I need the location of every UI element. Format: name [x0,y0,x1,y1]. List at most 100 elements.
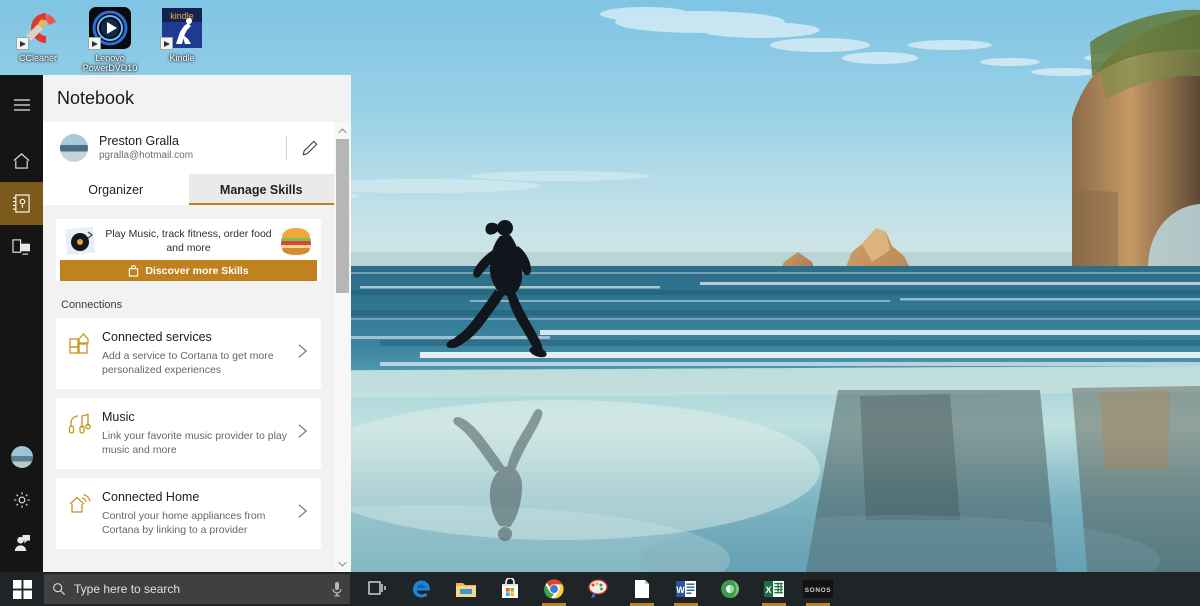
card-body: Connected Home Control your home applian… [102,489,296,537]
home-icon [13,152,30,169]
bag-icon [129,264,139,277]
chevron-up-icon [338,127,347,133]
hamburger-icon [13,98,30,111]
divider [286,136,287,160]
shortcut-overlay-icon [88,37,101,50]
sonos-icon: SONOS [803,578,833,600]
word-icon: W [675,578,697,600]
discover-more-skills-button[interactable]: Discover more Skills [60,260,317,281]
microsoft-store-icon [499,577,521,600]
taskbar-item-document[interactable] [620,572,664,606]
windows-start-icon [12,579,32,599]
svg-text:W: W [676,585,685,595]
notebook-tabs: Organizer Manage Skills [43,174,334,205]
paint-icon [587,578,609,600]
connection-card-connected-home[interactable]: Connected Home Control your home applian… [56,478,321,549]
scrollbar-thumb[interactable] [336,139,349,293]
taskbar-item-microsoft-store[interactable] [488,572,532,606]
connected-home-icon [68,491,92,515]
taskbar-item-sonos[interactable]: SONOS [796,572,840,606]
connection-card-connected-services[interactable]: Connected services Add a service to Cort… [56,318,321,389]
card-title: Connected Home [102,490,200,504]
discover-more-skills-label: Discover more Skills [145,264,249,277]
sidebar-item-notebook[interactable] [0,182,43,225]
sidebar-item-settings[interactable] [0,478,43,521]
card-body: Music Link your favorite music provider … [102,409,296,457]
taskbar-item-green-app[interactable] [708,572,752,606]
chevron-right-icon[interactable] [296,342,311,365]
panel-content: Preston Gralla pgralla@hotmail.com Organ… [43,122,334,572]
profile-email: pgralla@hotmail.com [99,150,194,161]
document-icon [631,578,653,600]
desktop-icon-label: Kindle [169,53,195,63]
connection-card-music[interactable]: Music Link your favorite music provider … [56,398,321,469]
desktop-icon-ccleaner[interactable]: CCleaner [4,0,72,75]
microphone-icon[interactable] [324,581,350,597]
avatar [60,134,88,162]
start-button[interactable] [0,572,44,606]
edit-profile-button[interactable] [301,139,319,157]
gear-icon [13,491,30,508]
taskbar-search-box[interactable]: Type here to search [44,574,350,604]
scrollbar-track[interactable] [334,139,351,555]
powerdvd-icon [88,6,132,50]
search-input[interactable]: Type here to search [74,582,324,596]
chevron-right-icon[interactable] [296,422,311,445]
shortcut-overlay-icon [160,37,173,50]
tab-manage-skills[interactable]: Manage Skills [188,174,334,205]
desktop-icon-lenovo-powerdvd[interactable]: Lenovo PowerDVD10 [76,0,144,75]
cortana-notebook-panel: Notebook Preston Gralla pgralla@hotmail.… [0,75,351,572]
search-icon [44,582,74,596]
cortana-panel-body: Notebook Preston Gralla pgralla@hotmail.… [43,75,351,572]
excel-icon: X [763,578,785,600]
desktop-icon-group: CCleaner Lenovo PowerDVD10 kindle Kindle [0,0,340,75]
feedback-icon [14,534,31,551]
ccleaner-icon [16,6,60,50]
sonos-label: SONOS [805,587,832,594]
cortana-left-rail [0,75,43,572]
sidebar-item-hamburger[interactable] [0,83,43,126]
tab-label: Organizer [88,182,144,197]
taskbar-item-google-chrome[interactable] [532,572,576,606]
sidebar-item-feedback[interactable] [0,521,43,564]
desktop-icon-kindle[interactable]: kindle Kindle [148,0,216,75]
sidebar-item-account[interactable] [0,435,43,478]
task-view-icon [367,578,389,600]
scroll-down-button[interactable] [334,555,351,572]
edge-icon [411,578,433,600]
sidebar-item-home[interactable] [0,139,43,182]
tab-organizer[interactable]: Organizer [43,174,189,205]
page-title: Notebook [57,88,135,108]
chrome-icon [543,578,565,600]
file-explorer-icon [455,578,477,600]
card-title: Music [102,410,135,424]
headphones-music-icon [68,411,92,435]
promo-text: Play Music, track fitness, order food an… [105,228,272,254]
sidebar-item-devices[interactable] [0,225,43,268]
taskbar-item-microsoft-edge[interactable] [400,572,444,606]
taskbar: Type here to search W X SONOS [0,572,1200,606]
chevron-right-icon[interactable] [296,502,311,525]
services-grid-icon [68,331,92,355]
avatar-icon [10,445,33,468]
promo-top: Play Music, track fitness, order food an… [56,226,321,260]
skills-promo-card: Play Music, track fitness, order food an… [56,219,321,281]
profile-name: Preston Gralla [99,134,179,148]
devices-icon [12,238,31,255]
taskbar-item-task-view[interactable] [356,572,400,606]
shortcut-overlay-icon [16,37,29,50]
taskbar-item-paint[interactable] [576,572,620,606]
panel-scrollbar[interactable] [334,122,351,572]
tab-label: Manage Skills [219,182,303,197]
pencil-icon [302,140,318,156]
card-subtitle: Link your favorite music provider to pla… [102,430,287,456]
scroll-up-button[interactable] [334,122,351,139]
green-globe-icon [719,578,741,600]
svg-text:X: X [765,585,771,595]
connections-section-title: Connections [61,299,123,311]
taskbar-item-microsoft-word[interactable]: W [664,572,708,606]
burger-icon [279,226,313,256]
profile-row[interactable]: Preston Gralla pgralla@hotmail.com [43,122,334,174]
taskbar-item-microsoft-excel[interactable]: X [752,572,796,606]
taskbar-item-file-explorer[interactable] [444,572,488,606]
